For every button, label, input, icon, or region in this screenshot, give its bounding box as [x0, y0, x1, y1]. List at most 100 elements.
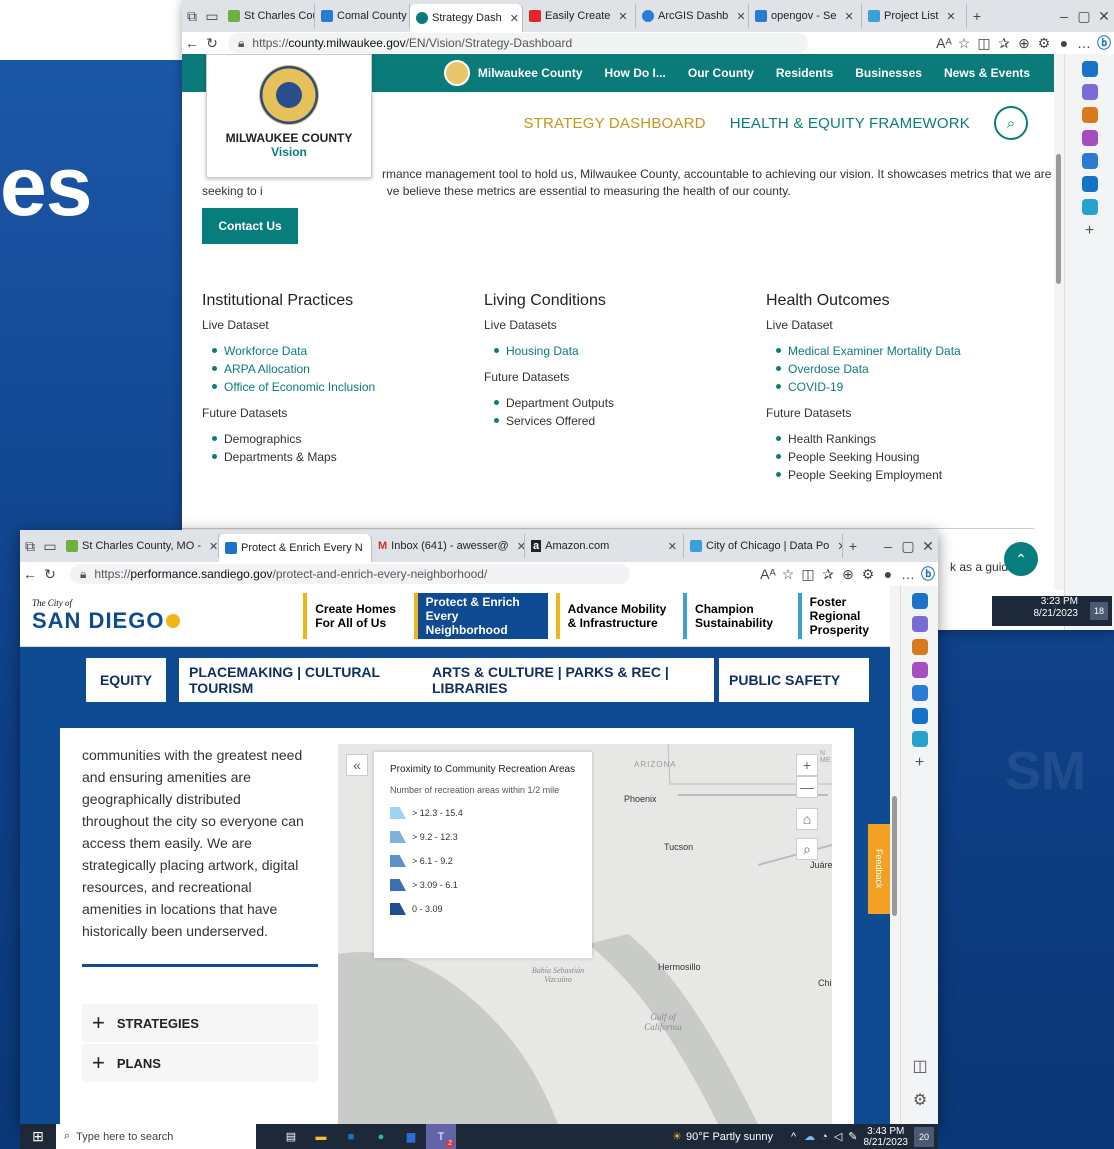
link-arpa-allocation[interactable]: ARPA Allocation: [212, 360, 462, 378]
sidebar-panel-icon[interactable]: ◫: [901, 1056, 939, 1076]
browser-tab[interactable]: City of Chicago | Data Po✕: [684, 534, 843, 558]
county-logo-card[interactable]: MILWAUKEE COUNTY Vision: [206, 54, 372, 178]
outlook-taskbar-icon[interactable]: ■: [336, 1131, 366, 1143]
favorites-icon[interactable]: ✰: [818, 566, 838, 583]
tab-placemaking[interactable]: PLACEMAKING | CULTURAL TOURISM: [174, 658, 425, 702]
extensions-icon[interactable]: ⚙: [1034, 35, 1054, 52]
edge-taskbar-icon[interactable]: ●: [366, 1131, 396, 1143]
page-scrollbar[interactable]: [1054, 54, 1064, 590]
workspaces-icon[interactable]: ⧉: [182, 8, 202, 25]
browser-tab[interactable]: MInbox (641) - awesser@✕: [372, 534, 525, 558]
profile-avatar[interactable]: ●: [878, 566, 898, 582]
new-tab-icon[interactable]: +: [967, 8, 987, 24]
nav-news-events[interactable]: News & Events: [944, 66, 1030, 80]
accordion-strategies[interactable]: + STRATEGIES: [82, 1004, 318, 1042]
contact-us-button[interactable]: Contact Us: [202, 208, 298, 244]
link-medical-examiner[interactable]: Medical Examiner Mortality Data: [776, 342, 1036, 360]
more-menu-icon[interactable]: …: [1074, 35, 1094, 51]
url-field[interactable]: 🔒︎ https://performance.sandiego.gov/prot…: [70, 564, 630, 584]
link-office-economic-inclusion[interactable]: Office of Economic Inclusion: [212, 378, 462, 396]
browser-tab[interactable]: St Charles County, MO - ✕: [60, 534, 219, 558]
nav-businesses[interactable]: Businesses: [855, 66, 922, 80]
collections-icon[interactable]: ⊕: [838, 566, 858, 583]
recreation-map[interactable]: ARIZONA Phoenix Tucson Juáre Hermosillo …: [338, 744, 832, 1124]
tray-overflow-icon[interactable]: ^: [791, 1131, 796, 1143]
tag-sidebar-icon[interactable]: [1081, 84, 1098, 100]
tab-actions-icon[interactable]: ▭: [40, 538, 60, 555]
add-sidebar-icon[interactable]: +: [901, 754, 938, 772]
read-aloud-icon[interactable]: Aᴬ: [934, 35, 954, 51]
close-tab-icon[interactable]: ✕: [517, 540, 524, 553]
close-tab-icon[interactable]: ✕: [844, 10, 853, 23]
teams-taskbar-icon[interactable]: T2: [426, 1124, 456, 1149]
volume-icon[interactable]: ◁: [834, 1130, 842, 1143]
pen-icon[interactable]: ✎: [848, 1130, 857, 1143]
task-view-icon[interactable]: ▤: [276, 1130, 306, 1143]
briefcase-sidebar-icon[interactable]: [911, 639, 928, 655]
url-field[interactable]: 🔒︎ https://county.milwaukee.gov/EN/Visio…: [228, 33, 808, 53]
minimize-icon[interactable]: –: [878, 538, 898, 554]
nav-strategy-dashboard[interactable]: STRATEGY DASHBOARD: [523, 115, 705, 132]
scroll-to-top-button[interactable]: ⌃: [1004, 542, 1038, 576]
close-tab-icon[interactable]: ✕: [510, 12, 519, 25]
favorite-star-icon[interactable]: ☆: [778, 566, 798, 583]
workspaces-icon[interactable]: ⧉: [20, 538, 40, 555]
games-sidebar-icon[interactable]: [1081, 130, 1098, 146]
feedback-tab[interactable]: Feedback: [868, 824, 890, 914]
search-sidebar-icon[interactable]: [911, 593, 928, 609]
scrollbar-thumb[interactable]: [1056, 154, 1061, 284]
close-tab-icon[interactable]: ✕: [736, 10, 745, 23]
back-icon[interactable]: ←: [182, 35, 202, 51]
search-sidebar-icon[interactable]: [1081, 61, 1098, 77]
split-screen-icon[interactable]: ◫: [798, 566, 818, 583]
link-housing-data[interactable]: Housing Data: [494, 342, 744, 360]
games-sidebar-icon[interactable]: [911, 662, 928, 678]
restore-icon[interactable]: ▢: [1074, 8, 1094, 25]
browser-tab-active[interactable]: Protect & Enrich Every N✕: [219, 534, 372, 562]
bing-icon[interactable]: ⓑ: [1094, 33, 1114, 53]
minimize-icon[interactable]: –: [1054, 8, 1074, 24]
notification-badge[interactable]: 18: [1090, 602, 1108, 620]
menu-create-homes[interactable]: Create Homes For All of Us: [303, 593, 413, 639]
outlook-sidebar-icon[interactable]: [911, 708, 928, 724]
browser-tab-active[interactable]: Strategy Dash ✕: [410, 4, 523, 32]
weather-text[interactable]: 90°F Partly sunny: [686, 1131, 773, 1143]
link-workforce-data[interactable]: Workforce Data: [212, 342, 462, 360]
nav-milwaukee-county[interactable]: Milwaukee County: [478, 66, 583, 80]
search-button[interactable]: ⌕: [994, 106, 1028, 140]
map-search-icon[interactable]: ⌕: [796, 838, 818, 860]
close-tab-icon[interactable]: ✕: [946, 10, 955, 23]
notification-badge[interactable]: 20: [914, 1126, 934, 1147]
close-tab-icon[interactable]: ✕: [668, 540, 677, 553]
read-aloud-icon[interactable]: Aᴬ: [758, 566, 778, 582]
accordion-plans[interactable]: + PLANS: [82, 1044, 318, 1082]
office-sidebar-icon[interactable]: [1081, 153, 1098, 169]
network-icon[interactable]: ◔: [821, 1131, 828, 1143]
refresh-icon[interactable]: ↻: [40, 566, 60, 583]
profile-avatar[interactable]: ●: [1054, 35, 1074, 51]
refresh-icon[interactable]: ↻: [202, 35, 222, 52]
browser-tab[interactable]: ArcGIS Dashb ✕: [636, 4, 749, 28]
outlook-sidebar-icon[interactable]: [1081, 176, 1098, 192]
extensions-icon[interactable]: ⚙: [858, 566, 878, 583]
browser-tab[interactable]: Comal County✕: [315, 4, 410, 28]
word-taskbar-icon[interactable]: ▆: [396, 1130, 426, 1143]
tab-equity[interactable]: EQUITY: [86, 658, 166, 702]
close-window-icon[interactable]: ✕: [1094, 8, 1114, 25]
sandiego-logo[interactable]: The City of SAN DIEGO: [20, 598, 303, 634]
bing-icon[interactable]: ⓑ: [918, 564, 938, 584]
favorite-star-icon[interactable]: ☆: [954, 35, 974, 52]
collections-icon[interactable]: ⊕: [1014, 35, 1034, 52]
menu-advance-mobility[interactable]: Advance Mobility & Infrastructure: [555, 593, 675, 639]
close-window-icon[interactable]: ✕: [918, 538, 938, 555]
briefcase-sidebar-icon[interactable]: [1081, 107, 1098, 123]
favorites-icon[interactable]: ✰: [994, 35, 1014, 52]
close-tab-icon[interactable]: ✕: [209, 540, 218, 553]
tab-public-safety[interactable]: PUBLIC SAFETY: [714, 658, 869, 702]
drop-sidebar-icon[interactable]: [911, 731, 928, 747]
back-icon[interactable]: ←: [20, 566, 40, 582]
tab-arts-culture[interactable]: ARTS & CULTURE | PARKS & REC | LIBRARIES: [422, 658, 716, 702]
close-tab-icon[interactable]: ✕: [618, 10, 627, 23]
nav-health-equity[interactable]: HEALTH & EQUITY FRAMEWORK: [730, 115, 970, 132]
menu-foster-prosperity[interactable]: Foster Regional Prosperity: [797, 593, 890, 639]
